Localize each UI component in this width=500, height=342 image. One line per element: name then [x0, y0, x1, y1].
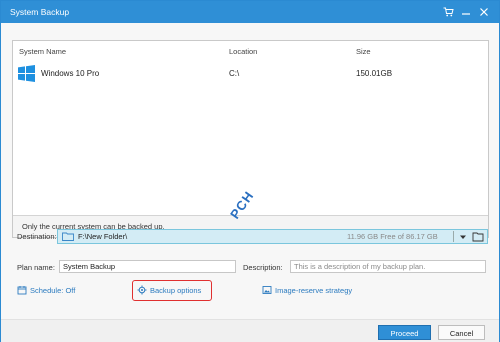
proceed-button[interactable]: Proceed	[378, 325, 431, 340]
cancel-button[interactable]: Cancel	[438, 325, 485, 340]
schedule-label: Schedule: Off	[30, 286, 76, 295]
title-bar: System Backup	[1, 1, 499, 23]
system-backup-window: System Backup System Name Location Size	[0, 0, 500, 342]
column-size: Size	[356, 47, 371, 56]
destination-field[interactable]: F:\New Folder\ 11.96 GB Free of 86.17 GB	[57, 229, 488, 244]
minimize-icon[interactable]	[460, 6, 472, 18]
row-size: 150.01GB	[356, 69, 393, 78]
column-system-name: System Name	[19, 47, 67, 56]
close-icon[interactable]	[478, 6, 490, 18]
row-name: Windows 10 Pro	[41, 69, 100, 78]
destination-free-space: 11.96 GB Free of 86.17 GB	[347, 232, 438, 241]
windows-logo-icon	[18, 65, 35, 82]
dialog-content: System Name Location Size Windows 10 Pro…	[1, 23, 499, 342]
image-reserve-label: Image-reserve strategy	[275, 286, 353, 295]
calendar-icon	[17, 286, 27, 295]
gear-icon	[137, 285, 147, 295]
button-bar: Proceed Cancel	[1, 319, 499, 342]
description-label: Description:	[243, 263, 283, 272]
backup-options-label: Backup options	[150, 286, 202, 295]
system-list: System Name Location Size Windows 10 Pro…	[12, 40, 489, 238]
description-input[interactable]	[290, 260, 486, 273]
image-icon	[262, 286, 272, 294]
folder-icon	[62, 232, 74, 241]
system-row[interactable]: Windows 10 Pro C:\ 150.01GB	[13, 61, 488, 85]
row-location: C:\	[229, 69, 240, 78]
chevron-down-icon[interactable]	[458, 233, 468, 241]
destination-path: F:\New Folder\	[78, 232, 128, 241]
destination-label: Destination:	[17, 232, 57, 241]
column-location: Location	[229, 47, 258, 56]
field-divider	[453, 231, 454, 242]
window-title: System Backup	[10, 7, 70, 17]
plan-name-input[interactable]	[59, 260, 236, 273]
browse-folder-icon[interactable]	[472, 231, 484, 242]
plan-name-label: Plan name:	[17, 263, 55, 272]
list-header: System Name Location Size	[13, 41, 488, 59]
cart-icon[interactable]	[442, 6, 454, 18]
